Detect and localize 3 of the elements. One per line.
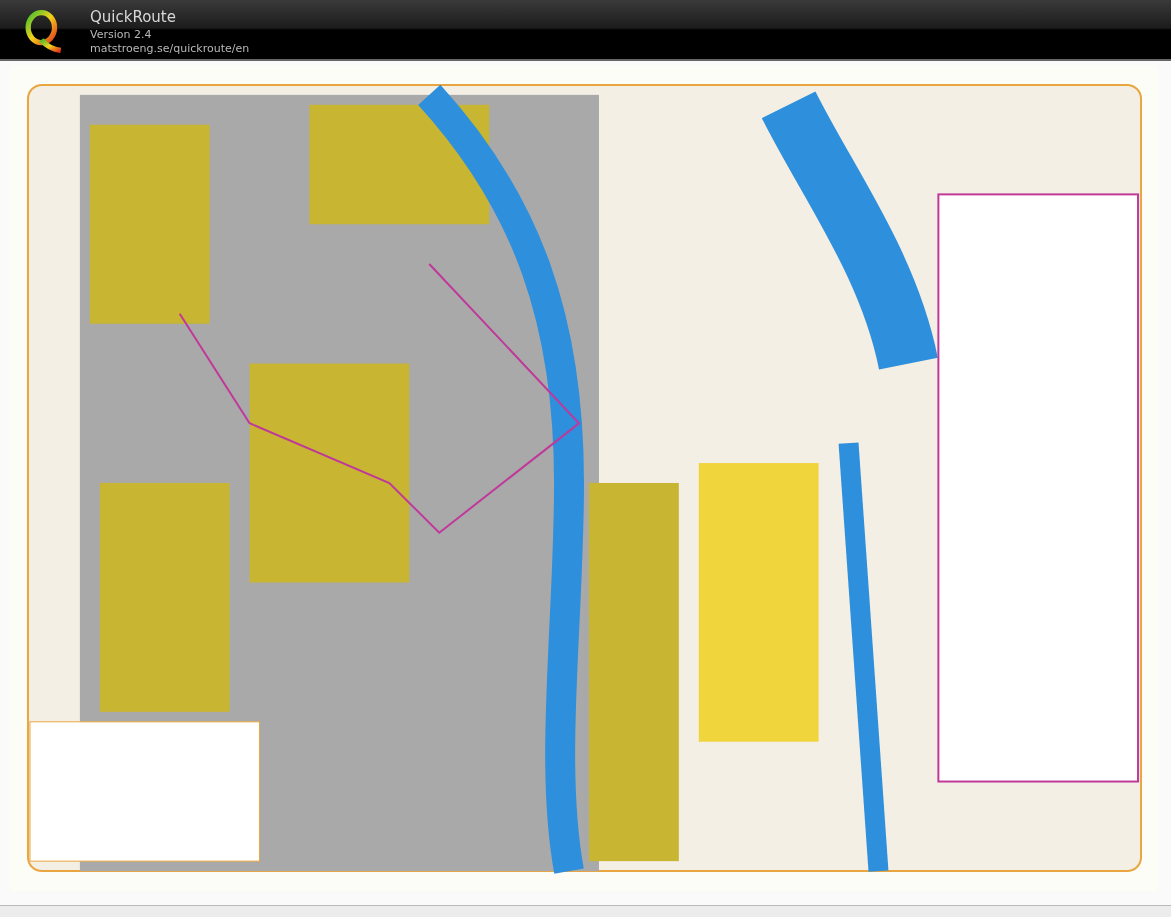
website-link[interactable]: matstroeng.se/quickroute/en: [90, 42, 250, 56]
version-text: Version 2.4: [90, 28, 153, 42]
app-title: QuickRoute: [90, 7, 177, 28]
